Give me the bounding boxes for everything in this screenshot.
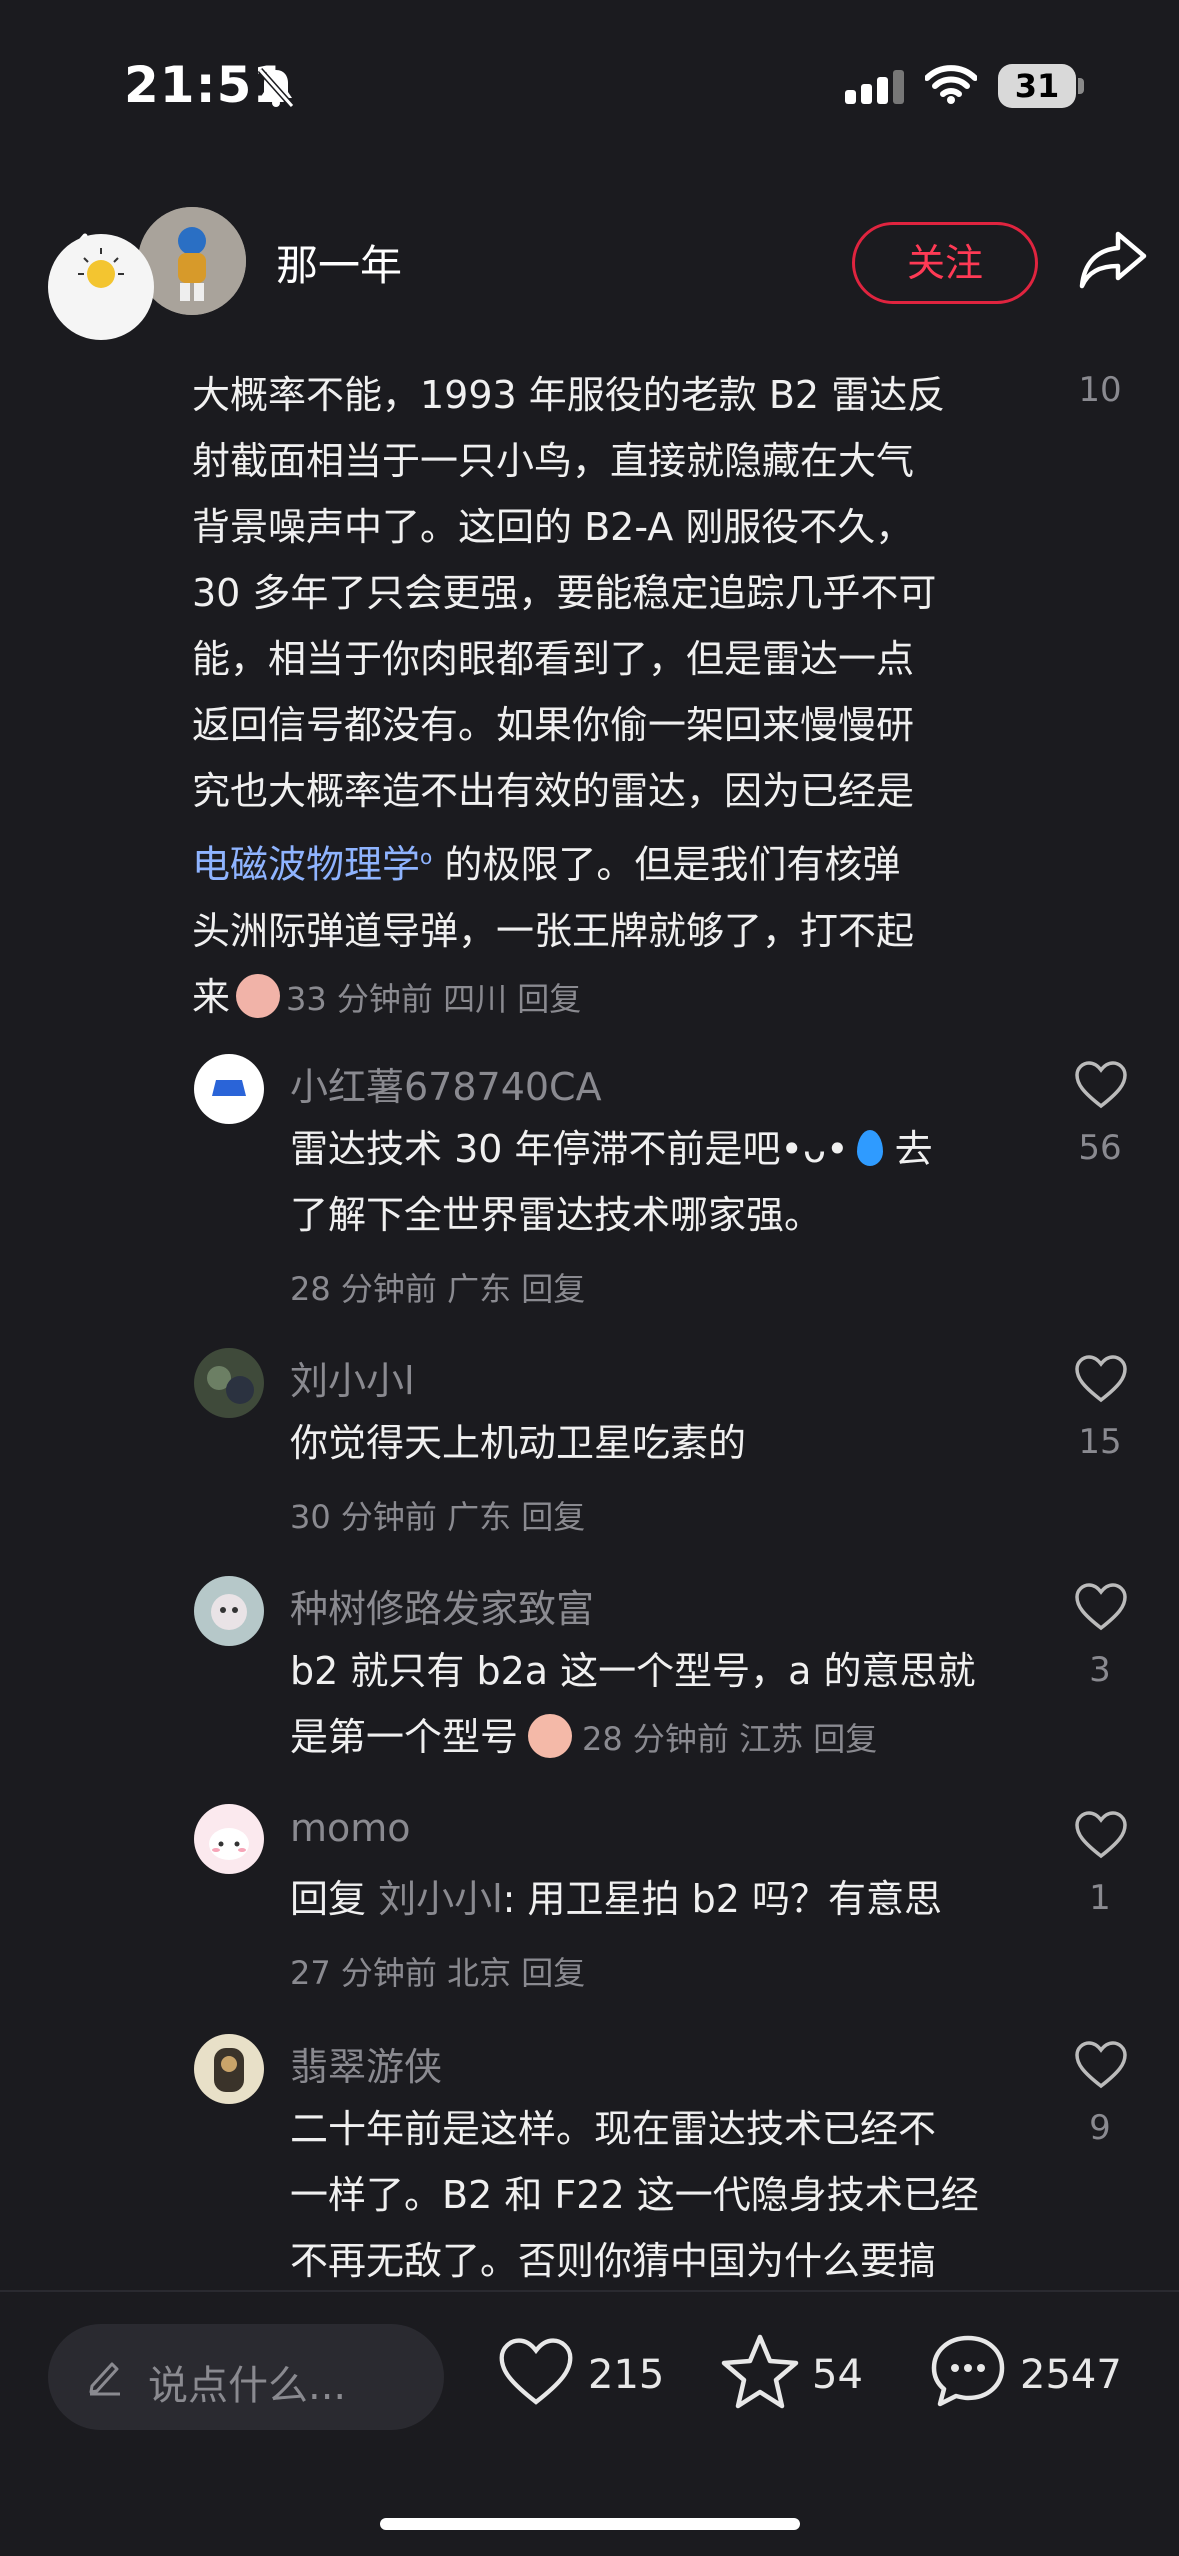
reply-prefix: 回复 — [290, 1877, 379, 1921]
commenter-avatar[interactable] — [48, 234, 154, 340]
reply-line: 雷达技术 30 年停滞不前是吧•ᴗ• 去 — [290, 1116, 1030, 1182]
comment-bubble-icon[interactable] — [928, 2332, 1008, 2410]
battery-tip — [1078, 78, 1084, 94]
reply-username[interactable]: 翡翠游侠 — [290, 2036, 442, 2091]
water-drop-icon — [856, 1130, 883, 1166]
reply-username[interactable]: 刘小小l — [290, 1350, 415, 1405]
topic-link[interactable]: 电磁波物理学 — [192, 843, 420, 887]
bell-muted-icon — [257, 68, 295, 108]
reply-text: b2 就只有 b2a 这一个型号，a 的意思就 是第一个型号 28 分钟前 江苏 … — [290, 1638, 1030, 1772]
author-name[interactable]: 那一年 — [276, 232, 402, 293]
reply-meta: 28 分钟前 广东 回复 — [290, 1270, 586, 1308]
like-heart-icon[interactable] — [1073, 2040, 1129, 2090]
cellular-signal-icon — [845, 68, 905, 104]
comment-text-segment: 来 — [192, 974, 231, 1019]
reply-line: 二十年前是这样。现在雷达技术已经不 — [290, 2107, 937, 2151]
reply-avatar[interactable] — [194, 1348, 264, 1418]
reply-like-count: 15 — [1078, 1422, 1122, 1462]
reply-like-count: 1 — [1089, 1878, 1111, 1918]
star-icon[interactable] — [720, 2332, 800, 2410]
like-heart-icon[interactable] — [496, 2336, 576, 2408]
comment-line: 头洲际弹道导弹，一张王牌就够了，打不起 — [192, 908, 915, 953]
comment-line: 返回信号都没有。如果你偷一架回来慢慢研 — [192, 703, 915, 747]
comment-line: 大概率不能，1993 年服役的老款 B2 雷达反 — [192, 373, 946, 417]
like-heart-icon[interactable] — [1073, 1582, 1129, 1632]
comment-line: 能，相当于你肉眼都看到了，但是雷达一点 — [192, 637, 915, 681]
reply-username[interactable]: 种树修路发家致富 — [290, 1578, 594, 1633]
author-avatar[interactable] — [138, 207, 246, 315]
like-heart-icon[interactable] — [1073, 1354, 1129, 1404]
pencil-icon — [89, 2362, 120, 2396]
reply-meta: 28 分钟前 江苏 回复 — [582, 1720, 878, 1758]
reply-text-segment: 去 — [882, 1127, 933, 1171]
reply-text: 回复 刘小小l: 用卫星拍 b2 吗？有意思 — [290, 1866, 942, 1932]
reply-text-segment: 雷达技术 30 年停滞不前是吧•ᴗ• — [290, 1127, 849, 1171]
reply-line: 了解下全世界雷达技术哪家强。 — [290, 1193, 823, 1237]
reply-line: 是第一个型号 28 分钟前 江苏 回复 — [290, 1704, 1030, 1772]
like-heart-icon[interactable] — [1073, 1060, 1129, 1110]
reply-avatar[interactable] — [194, 1804, 264, 1874]
comment-meta: 33 分钟前 四川 回复 — [286, 979, 582, 1018]
comment-count: 2547 — [1020, 2352, 1122, 2398]
favorite-count: 54 — [812, 2352, 863, 2398]
comment-line: 究也大概率造不出有效的雷达，因为已经是 — [192, 769, 915, 813]
reply-meta: 27 分钟前 北京 回复 — [290, 1954, 586, 1992]
reply-line: 不再无敌了。否则你猜中国为什么要搞 — [290, 2239, 937, 2283]
follow-button[interactable]: 关注 — [852, 222, 1038, 304]
wifi-icon — [925, 65, 977, 104]
sticker-emoji-icon — [528, 1714, 573, 1758]
divider — [0, 2290, 1179, 2292]
reply-meta: 30 分钟前 广东 回复 — [290, 1498, 586, 1536]
reply-text: 雷达技术 30 年停滞不前是吧•ᴗ• 去 了解下全世界雷达技术哪家强。 — [290, 1116, 1030, 1248]
comment-line: 背景噪声中了。这回的 B2-A 刚服役不久， — [192, 505, 914, 549]
reply-like-count: 3 — [1089, 1650, 1111, 1690]
reply-text-segment: : 用卫星拍 b2 吗？有意思 — [502, 1877, 942, 1921]
comment-text-segment: 的极限了。但是我们有核弹 — [432, 842, 901, 887]
comment-line: 电磁波物理学o 的极限了。但是我们有核弹 — [192, 824, 1052, 898]
home-indicator[interactable] — [380, 2518, 800, 2530]
comment-line: 射截面相当于一只小鸟，直接就隐藏在大气 — [192, 439, 915, 483]
reply-line: b2 就只有 b2a 这一个型号，a 的意思就 — [290, 1649, 976, 1693]
main-comment-like-count: 10 — [1078, 370, 1122, 410]
reply-username[interactable]: momo — [290, 1806, 411, 1850]
reply-text: 你觉得天上机动卫星吃素的 — [290, 1421, 747, 1465]
reply-avatar[interactable] — [194, 2034, 264, 2104]
comment-input-placeholder[interactable]: 说点什么... — [148, 2353, 346, 2411]
sticker-emoji-icon — [236, 973, 281, 1018]
main-comment-text: 大概率不能，1993 年服役的老款 B2 雷达反 射截面相当于一只小鸟，直接就隐… — [192, 362, 1052, 1032]
reply-text-segment: 是第一个型号 — [290, 1715, 519, 1759]
reply-avatar[interactable] — [194, 1054, 264, 1124]
share-icon[interactable] — [1078, 228, 1148, 290]
reply-to-user[interactable]: 刘小小l — [378, 1877, 503, 1921]
battery-indicator: 31 — [998, 64, 1076, 108]
reply-avatar[interactable] — [194, 1576, 264, 1646]
comment-line: 来 33 分钟前 四川 回复 — [192, 964, 1052, 1032]
reply-like-count: 56 — [1078, 1128, 1122, 1168]
like-heart-icon[interactable] — [1073, 1810, 1129, 1860]
search-icon: o — [420, 845, 433, 869]
reply-username[interactable]: 小红薯678740CA — [290, 1056, 602, 1111]
reply-like-count: 9 — [1089, 2108, 1111, 2148]
like-count: 215 — [588, 2352, 665, 2398]
reply-text: 二十年前是这样。现在雷达技术已经不 一样了。B2 和 F22 这一代隐身技术已经… — [290, 2096, 1050, 2294]
comment-line: 30 多年了只会更强，要能稳定追踪几乎不可 — [192, 571, 937, 615]
reply-line: 一样了。B2 和 F22 这一代隐身技术已经 — [290, 2173, 979, 2217]
